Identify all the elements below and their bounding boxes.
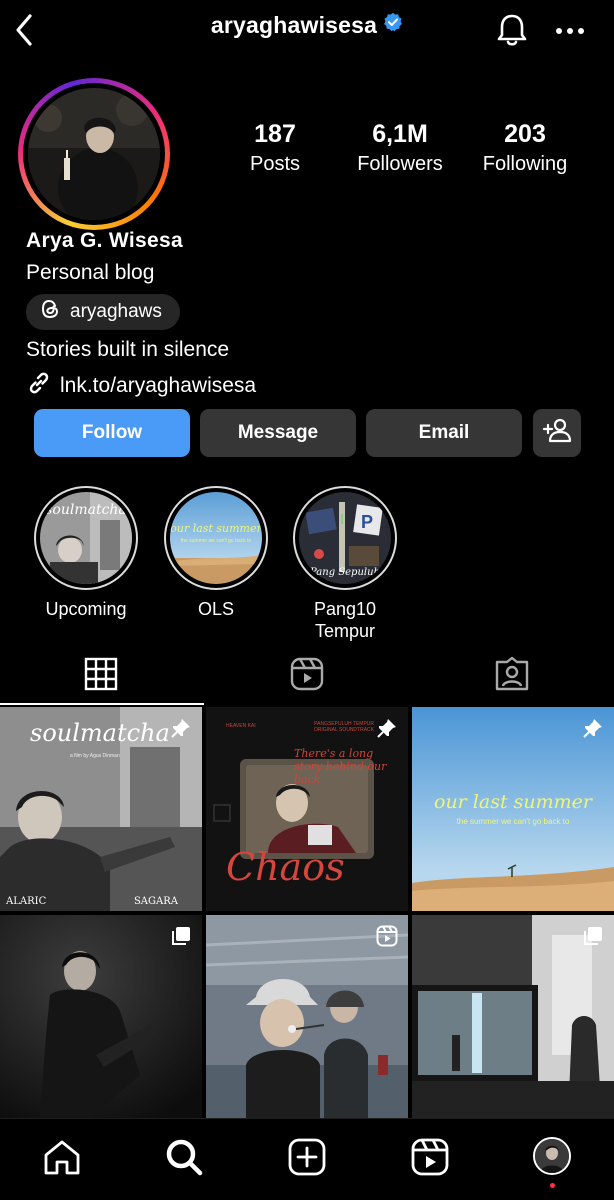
post-lyric: There's a long story behind our back xyxy=(294,747,387,786)
highlight-cover-text: soulmatcha xyxy=(45,502,127,518)
posts-label: Posts xyxy=(249,153,301,175)
follow-button[interactable]: Follow xyxy=(34,409,190,457)
profile-avatar-story-ring[interactable] xyxy=(18,78,170,230)
more-icon[interactable] xyxy=(552,14,588,48)
post-carousel-dark-portrait[interactable] xyxy=(0,915,202,1119)
profile-bio: Stories built in silence xyxy=(26,338,230,361)
post-title: our last summer xyxy=(434,791,592,813)
post-label-right: PANGSEPULUH TEMPUR ORIGINAL SOUNDTRACK xyxy=(313,721,374,733)
tab-reels[interactable] xyxy=(289,656,329,692)
post-label-left: HEAVEN KAI xyxy=(226,723,256,729)
create-icon xyxy=(287,1138,327,1181)
highlight-label: Upcoming xyxy=(45,599,127,619)
add-user-icon xyxy=(542,417,572,449)
highlight-cover-subtext: the summer we can't go back to xyxy=(180,538,252,544)
post-name-left: ALARIC xyxy=(6,896,47,907)
nav-reels[interactable] xyxy=(410,1137,450,1177)
post-reel-stadium[interactable] xyxy=(206,915,408,1119)
following-stat[interactable]: 203 Following xyxy=(475,120,575,176)
username: aryaghawisesa xyxy=(210,12,378,38)
reel-icon xyxy=(376,925,398,952)
tab-posts[interactable] xyxy=(83,656,123,692)
posts-stat: 187 Posts xyxy=(245,120,305,176)
pin-icon xyxy=(376,717,398,744)
nav-create[interactable] xyxy=(287,1137,327,1177)
threads-badge[interactable]: aryaghaws xyxy=(26,294,180,330)
pin-icon xyxy=(170,717,192,744)
post-name-right: SAGARA xyxy=(133,896,178,907)
profile-link[interactable]: lnk.to/aryaghawisesa xyxy=(26,370,256,402)
following-label: Following xyxy=(482,153,568,175)
svg-text:P: P xyxy=(361,512,373,532)
carousel-icon xyxy=(582,925,604,952)
message-button[interactable]: Message xyxy=(200,409,356,457)
highlight-cover-text: Pang Sepuluh xyxy=(310,567,380,578)
nav-home[interactable] xyxy=(42,1137,82,1177)
followers-count: 6,1M xyxy=(372,120,428,148)
highlight-label: OLS xyxy=(197,599,235,619)
link-text: lnk.to/aryaghawisesa xyxy=(60,374,257,397)
profile-avatar xyxy=(533,1137,571,1175)
profile-avatar xyxy=(28,88,160,220)
notification-dot xyxy=(550,1183,555,1188)
post-our-last-summer[interactable]: our last summer the summer we can't go b… xyxy=(412,707,614,911)
highlight-pang10-tempur[interactable]: P Pang Sepuluh Pang10 Tempur xyxy=(293,486,397,642)
pin-icon xyxy=(582,717,604,744)
link-icon xyxy=(26,370,52,402)
highlight-ring: soulmatcha xyxy=(34,486,138,590)
followers-label: Followers xyxy=(357,153,443,175)
posts-count: 187 xyxy=(254,120,296,148)
profile-header: aryaghawisesa xyxy=(0,0,614,62)
post-credit: a film by Agus Dinman xyxy=(70,753,120,759)
nav-profile[interactable] xyxy=(533,1137,573,1188)
search-icon xyxy=(164,1139,204,1181)
highlight-cover-soulmatcha: soulmatcha xyxy=(40,492,132,584)
highlight-ols[interactable]: our last summer the summer we can't go b… xyxy=(164,486,268,620)
highlight-cover-text: our last summer xyxy=(170,522,262,535)
grid-icon xyxy=(83,657,119,696)
tab-tagged[interactable] xyxy=(494,656,534,692)
profile-category: Personal blog xyxy=(26,261,155,284)
threads-handle: aryaghaws xyxy=(70,301,162,322)
highlight-ring: P Pang Sepuluh xyxy=(293,486,397,590)
threads-icon xyxy=(40,298,60,326)
bottom-navigation xyxy=(0,1118,614,1200)
post-chaos[interactable]: HEAVEN KAI PANGSEPULUH TEMPUR ORIGINAL S… xyxy=(206,707,408,911)
active-tab-indicator xyxy=(0,703,204,705)
tagged-icon xyxy=(494,656,530,696)
post-title: soulmatcha xyxy=(30,719,170,747)
highlight-cover-pangsepuluh: P Pang Sepuluh xyxy=(299,492,391,584)
reels-nav-icon xyxy=(410,1138,450,1181)
post-carousel-film-set[interactable] xyxy=(412,915,614,1119)
home-icon xyxy=(42,1140,82,1181)
post-soulmatcha[interactable]: soulmatcha a film by Agus Dinman ALARIC … xyxy=(0,707,202,911)
carousel-icon xyxy=(170,925,192,952)
reels-icon xyxy=(289,657,325,696)
followers-stat[interactable]: 6,1M Followers xyxy=(350,120,450,176)
bell-icon[interactable] xyxy=(494,10,530,50)
highlight-cover-ols: our last summer the summer we can't go b… xyxy=(170,492,262,584)
post-title: Chaos xyxy=(226,845,345,889)
profile-name: Arya G. Wisesa xyxy=(26,229,183,252)
following-count: 203 xyxy=(504,120,546,148)
nav-search[interactable] xyxy=(164,1137,204,1177)
highlight-ring: our last summer the summer we can't go b… xyxy=(164,486,268,590)
verified-badge-icon xyxy=(383,11,403,38)
highlight-label: Pang10 Tempur xyxy=(313,599,377,641)
email-button[interactable]: Email xyxy=(366,409,522,457)
post-subtitle: the summer we can't go back to xyxy=(456,817,570,826)
suggested-users-button[interactable] xyxy=(533,409,581,457)
highlight-upcoming[interactable]: soulmatcha Upcoming xyxy=(34,486,138,620)
